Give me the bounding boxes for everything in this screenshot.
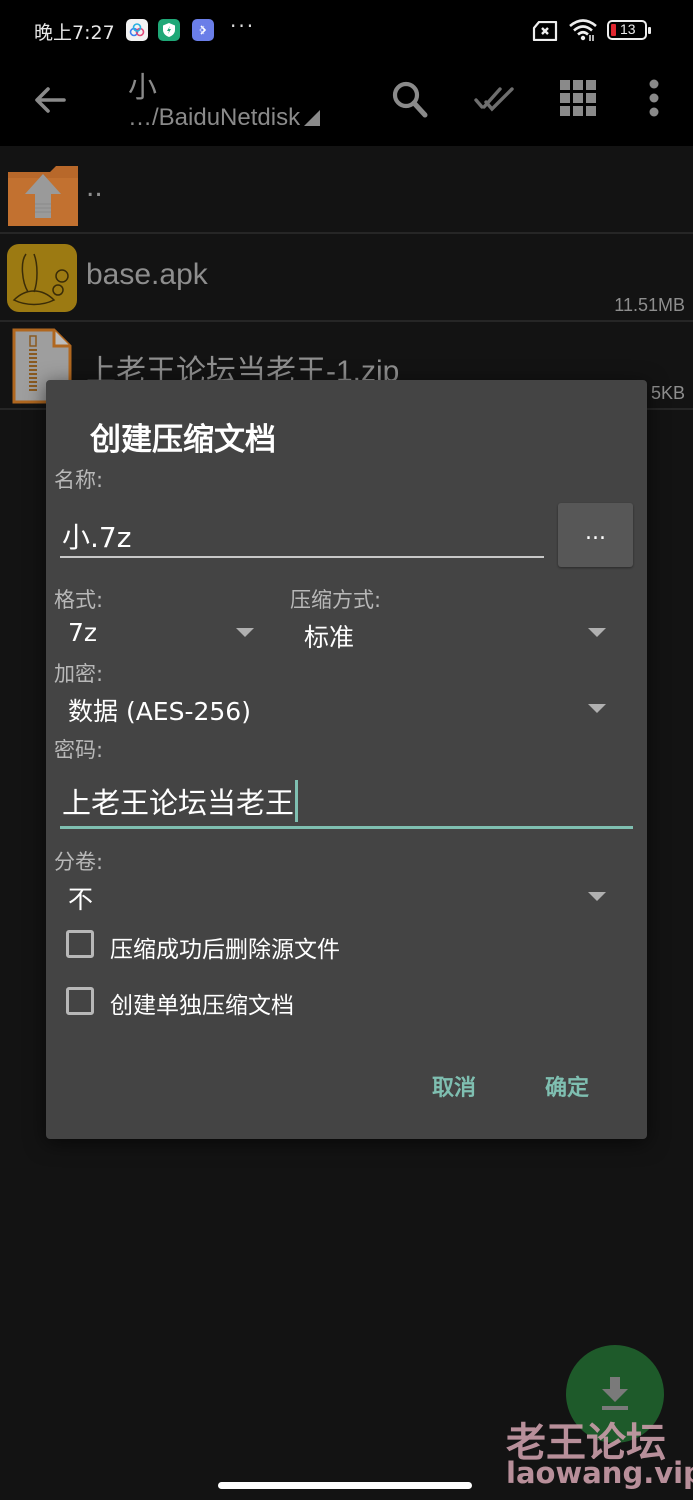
app-link-icon — [192, 19, 214, 41]
method-label: 压缩方式: — [290, 588, 382, 612]
encryption-caret-icon — [588, 704, 606, 713]
name-input[interactable]: 小.7z — [62, 516, 131, 556]
more-vert-icon[interactable] — [644, 78, 664, 122]
grid-view-icon[interactable] — [558, 78, 598, 122]
cancel-button[interactable]: 取消 — [432, 1070, 476, 1102]
password-label: 密码: — [54, 738, 104, 762]
format-caret-icon — [236, 628, 254, 637]
separate-archive-checkbox[interactable] — [66, 987, 94, 1015]
wifi-icon — [568, 18, 598, 46]
parent-folder-icon — [6, 158, 80, 230]
method-value: 标准 — [304, 623, 355, 652]
dialog-title: 创建压缩文档 — [90, 422, 276, 458]
gesture-bar[interactable] — [218, 1482, 472, 1489]
battery-icon: 13 — [607, 20, 651, 40]
split-label: 分卷: — [54, 850, 104, 874]
status-time: 晚上7:27 — [34, 22, 115, 44]
file-size: 11.51MB — [614, 295, 685, 315]
file-row-parent[interactable]: .. — [0, 146, 693, 234]
folder-title: 小 — [128, 70, 158, 104]
file-name: base.apk — [86, 258, 208, 291]
delete-source-label: 压缩成功后删除源文件 — [110, 937, 340, 963]
more-notifications-icon: ··· — [230, 14, 256, 38]
path-dropdown[interactable]: …/BaiduNetdisk — [128, 104, 321, 132]
format-value: 7z — [68, 618, 98, 647]
file-name: .. — [86, 170, 103, 203]
file-row-apk[interactable]: base.apk 11.51MB — [0, 234, 693, 322]
separate-archive-label: 创建单独压缩文档 — [110, 993, 294, 1019]
watermark-url: laowang.vip — [506, 1456, 693, 1490]
baidu-netdisk-icon — [126, 19, 148, 41]
battery-level: 13 — [620, 21, 636, 37]
apk-icon — [6, 242, 80, 314]
password-input-underline — [60, 826, 633, 829]
ok-button[interactable]: 确定 — [545, 1070, 589, 1102]
encryption-label: 加密: — [54, 662, 104, 686]
browse-button[interactable]: ... — [558, 503, 633, 567]
status-bar: 晚上7:27 ··· 13 — [0, 0, 693, 62]
no-sim-icon — [532, 20, 558, 45]
format-label: 格式: — [54, 588, 104, 612]
create-archive-dialog: 创建压缩文档 名称: 小.7z ... 格式: 压缩方式: 7z 标准 加密: … — [46, 380, 647, 1139]
search-icon[interactable] — [388, 78, 432, 126]
method-caret-icon — [588, 628, 606, 637]
security-shield-icon — [158, 19, 180, 41]
download-icon — [602, 1377, 628, 1410]
delete-source-checkbox[interactable] — [66, 930, 94, 958]
name-input-underline — [60, 556, 544, 558]
split-caret-icon — [588, 892, 606, 901]
app-toolbar: 小 …/BaiduNetdisk — [0, 62, 693, 146]
file-list: .. base.apk 11.51MB 上老王论坛当老王-1.zip 5KB — [0, 146, 693, 410]
back-arrow-icon[interactable] — [30, 80, 70, 124]
split-value: 不 — [68, 885, 94, 914]
select-all-icon[interactable] — [474, 84, 516, 122]
password-text: 上老王论坛当老王 — [62, 786, 295, 820]
encryption-value: 数据 (AES-256) — [68, 697, 251, 726]
file-size: 5KB — [650, 383, 685, 403]
password-input[interactable]: 上老王论坛当老王 — [62, 780, 299, 822]
path-label: …/BaiduNetdisk — [128, 104, 301, 131]
name-label: 名称: — [54, 468, 104, 492]
dropdown-triangle-icon — [304, 110, 321, 126]
text-cursor — [295, 780, 299, 822]
